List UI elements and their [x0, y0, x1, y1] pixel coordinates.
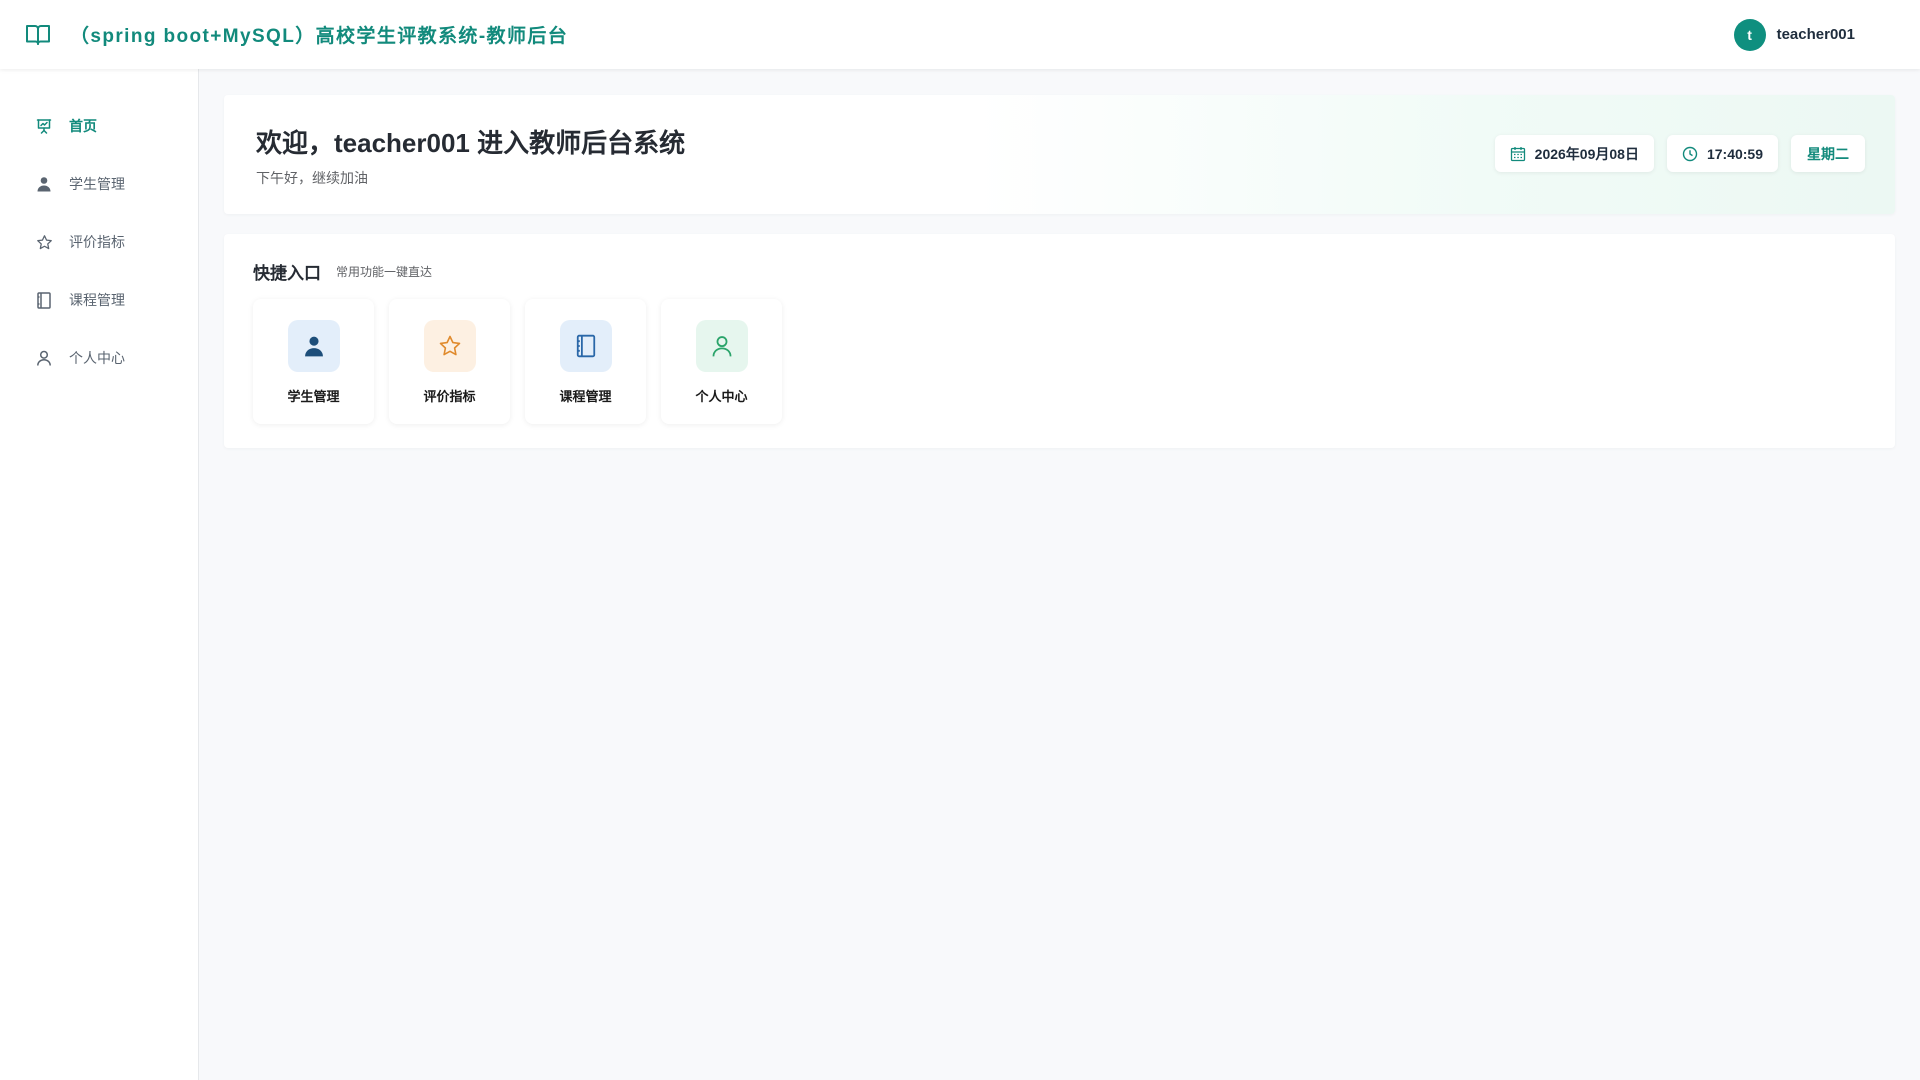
welcome-banner: 欢迎，teacher001 进入教师后台系统 下午好，继续加油 2026年09月…: [224, 95, 1895, 214]
weekday-chip: 星期二: [1791, 135, 1865, 172]
username[interactable]: teacher001: [1777, 26, 1855, 43]
quick-card-courses[interactable]: 课程管理: [525, 299, 646, 424]
welcome-subtitle: 下午好，继续加油: [256, 170, 368, 186]
date-text: 2026年09月08日: [1534, 145, 1639, 162]
book-open-icon: [25, 22, 51, 48]
time-chip: 17:40:59: [1666, 135, 1778, 172]
sidebar-item-label: 课程管理: [69, 292, 125, 308]
user-outline-icon: [695, 320, 748, 372]
sidebar-item-home[interactable]: 首页: [0, 97, 198, 155]
sidebar-item-profile[interactable]: 个人中心: [0, 329, 198, 387]
sidebar-item-courses[interactable]: 课程管理: [0, 271, 198, 329]
user-icon: [287, 320, 340, 372]
notebook-icon: [35, 291, 53, 309]
sidebar-item-label: 个人中心: [69, 350, 125, 366]
calendar-icon: [1510, 146, 1526, 162]
presentation-chart-icon: [35, 117, 53, 135]
quick-access-subtitle: 常用功能一键直达: [336, 265, 433, 279]
date-chip: 2026年09月08日: [1494, 135, 1654, 172]
star-icon: [35, 233, 53, 251]
quick-access-cards: 学生管理 评价指标 课程管理 个人中心: [253, 299, 782, 424]
top-header: （spring boot+MySQL）高校学生评教系统-教师后台 t teach…: [0, 0, 1920, 69]
notebook-icon: [559, 320, 612, 372]
app-title: （spring boot+MySQL）高校学生评教系统-教师后台: [70, 26, 569, 47]
quick-access-panel: 快捷入口 常用功能一键直达 学生管理 评价指标 课程管理 个人中心: [224, 234, 1895, 448]
time-text: 17:40:59: [1706, 145, 1763, 162]
star-icon: [423, 320, 476, 372]
user-icon: [35, 175, 53, 193]
clock-icon: [1682, 146, 1698, 162]
sidebar-item-label: 首页: [69, 118, 97, 134]
datetime-chips: 2026年09月08日 17:40:59 星期二: [1494, 135, 1865, 172]
quick-card-indicators[interactable]: 评价指标: [389, 299, 510, 424]
quick-card-label: 课程管理: [559, 389, 612, 404]
avatar[interactable]: t: [1733, 18, 1766, 51]
weekday-text: 星期二: [1807, 145, 1849, 162]
sidebar-item-students[interactable]: 学生管理: [0, 155, 198, 213]
quick-card-profile[interactable]: 个人中心: [661, 299, 782, 424]
sidebar-item-label: 学生管理: [69, 176, 125, 192]
sidebar-item-indicators[interactable]: 评价指标: [0, 213, 198, 271]
quick-card-label: 学生管理: [287, 389, 340, 404]
sidebar-item-label: 评价指标: [69, 234, 125, 250]
quick-access-title: 快捷入口: [253, 264, 321, 283]
quick-card-label: 评价指标: [423, 389, 476, 404]
welcome-title: 欢迎，teacher001 进入教师后台系统: [256, 128, 686, 158]
user-outline-icon: [35, 349, 53, 367]
user-menu[interactable]: t teacher001: [1733, 18, 1895, 51]
quick-card-label: 个人中心: [695, 389, 748, 404]
sidebar: 首页 学生管理 评价指标 课程管理 个人中心: [0, 69, 199, 1080]
quick-card-students[interactable]: 学生管理: [253, 299, 374, 424]
